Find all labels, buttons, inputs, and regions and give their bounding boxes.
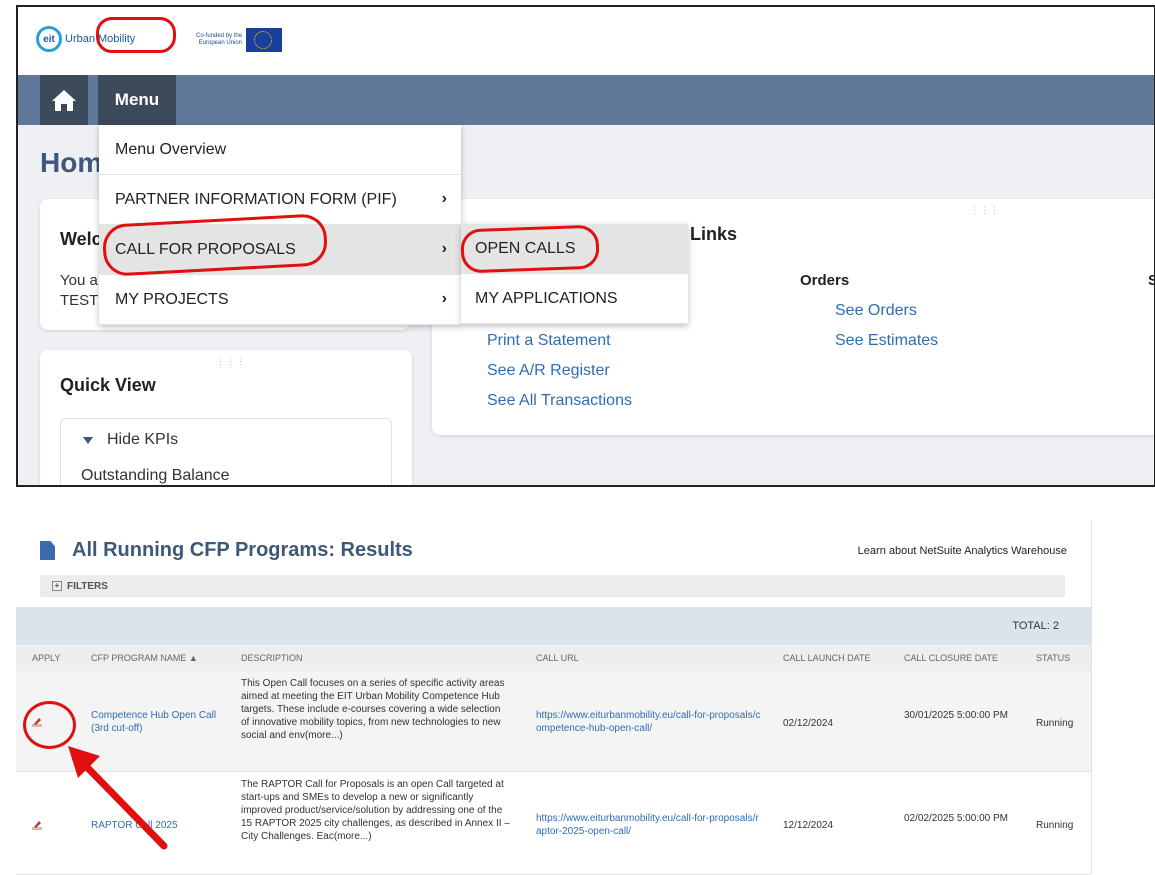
chevron-right-icon: › bbox=[441, 240, 447, 257]
plus-icon: + bbox=[52, 581, 62, 591]
filters-label: FILTERS bbox=[67, 580, 108, 592]
cfp-name-link[interactable]: Competence Hub Open Call (3rd cut-off) bbox=[91, 709, 221, 735]
cfp-description: The RAPTOR Call for Proposals is an open… bbox=[241, 779, 510, 842]
document-icon bbox=[40, 541, 55, 560]
submenu-item-my-applications[interactable]: MY APPLICATIONS bbox=[461, 274, 688, 324]
column-header-launch[interactable]: CALL LAUNCH DATE bbox=[783, 653, 871, 663]
drag-handle-icon[interactable]: ⋮⋮⋮ bbox=[970, 205, 1000, 216]
cfp-url-link[interactable]: https://www.eiturbanmobility.eu/call-for… bbox=[536, 812, 761, 838]
learn-analytics-link[interactable]: Learn about NetSuite Analytics Warehouse bbox=[858, 545, 1067, 557]
ar-register-link[interactable]: See A/R Register bbox=[487, 362, 610, 380]
apply-edit-icon[interactable] bbox=[31, 819, 43, 831]
menu-button[interactable]: Menu bbox=[98, 75, 176, 125]
annotation-circle-menu bbox=[96, 17, 176, 53]
cfp-status: Running bbox=[1036, 820, 1074, 831]
hide-kpis-label: Hide KPIs bbox=[107, 431, 179, 448]
brand-bar: eit Urban Mobility Co-funded by the Euro… bbox=[18, 7, 1154, 75]
menu-item-label: PARTNER INFORMATION FORM (PIF) bbox=[115, 190, 397, 208]
results-title: All Running CFP Programs: Results bbox=[72, 539, 413, 561]
column-heading-cut: S bbox=[1148, 272, 1154, 289]
column-header-url[interactable]: CALL URL bbox=[536, 653, 579, 663]
annotation-circle-open-calls bbox=[460, 224, 600, 274]
cfp-status: Running bbox=[1036, 718, 1074, 729]
orders-heading: Orders bbox=[800, 272, 850, 289]
menu-item-my-projects[interactable]: MY PROJECTS › bbox=[99, 275, 461, 325]
caret-down-icon bbox=[83, 436, 93, 444]
see-orders-link[interactable]: See Orders bbox=[835, 302, 917, 320]
home-icon bbox=[52, 90, 76, 111]
outstanding-balance-label: Outstanding Balance bbox=[81, 467, 230, 484]
kpi-box: Hide KPIs Outstanding Balance bbox=[60, 418, 392, 485]
drag-handle-icon[interactable]: ⋮⋮⋮ bbox=[216, 356, 246, 367]
table-row: Competence Hub Open Call (3rd cut-off) T… bbox=[16, 671, 1091, 772]
cfp-closure-date: 30/01/2025 5:00:00 PM bbox=[904, 710, 1008, 721]
column-header-description[interactable]: DESCRIPTION bbox=[241, 653, 303, 663]
chevron-right-icon: › bbox=[441, 290, 447, 307]
home-button[interactable] bbox=[40, 75, 88, 125]
welcome-line-1: You a bbox=[60, 272, 98, 289]
column-header-closure[interactable]: CALL CLOSURE DATE bbox=[904, 653, 998, 663]
links-title: Links bbox=[690, 224, 738, 244]
nav-bar: Menu bbox=[18, 75, 1154, 125]
column-header-status[interactable]: STATUS bbox=[1036, 653, 1070, 663]
eu-flag-icon bbox=[246, 28, 283, 52]
cfp-closure-date: 02/02/2025 5:00:00 PM bbox=[904, 813, 1008, 824]
total-count: TOTAL: 2 bbox=[1012, 620, 1059, 632]
cfp-description: This Open Call focuses on a series of sp… bbox=[241, 678, 505, 741]
eu-credit-text: Co-funded by the European Union bbox=[196, 33, 243, 46]
menu-item-label: MY PROJECTS bbox=[115, 290, 229, 308]
table-header: APPLY CFP PROGRAM NAME ▲ DESCRIPTION CAL… bbox=[16, 645, 1091, 672]
column-header-name[interactable]: CFP PROGRAM NAME ▲ bbox=[91, 653, 198, 663]
cfp-url-link[interactable]: https://www.eiturbanmobility.eu/call-for… bbox=[536, 709, 761, 735]
table-row: RAPTOR Call 2025 The RAPTOR Call for Pro… bbox=[16, 772, 1091, 875]
hide-kpis-toggle[interactable]: Hide KPIs bbox=[83, 431, 178, 449]
quick-view-card: ⋮⋮⋮ Quick View Hide KPIs Outstanding Bal… bbox=[40, 350, 412, 485]
menu-item-label: Menu Overview bbox=[115, 140, 227, 158]
welcome-line-2: TEST bbox=[60, 292, 99, 309]
cfp-launch-date: 12/12/2024 bbox=[783, 820, 834, 831]
results-screenshot: All Running CFP Programs: Results Learn … bbox=[16, 520, 1092, 875]
chevron-right-icon: › bbox=[441, 190, 447, 207]
column-header-apply[interactable]: APPLY bbox=[32, 653, 60, 663]
top-screenshot: eit Urban Mobility Co-funded by the Euro… bbox=[16, 5, 1155, 487]
eu-credit: Co-funded by the European Union bbox=[196, 28, 283, 52]
see-estimates-link[interactable]: See Estimates bbox=[835, 332, 938, 350]
cfp-launch-date: 02/12/2024 bbox=[783, 718, 834, 729]
welcome-text: You a TEST bbox=[60, 271, 98, 311]
all-transactions-link[interactable]: See All Transactions bbox=[487, 392, 632, 410]
quick-view-title: Quick View bbox=[60, 375, 156, 395]
eit-logo-mark: eit bbox=[36, 26, 62, 52]
annotation-arrow-icon bbox=[68, 746, 168, 850]
menu-item-overview[interactable]: Menu Overview bbox=[99, 125, 461, 175]
total-bar: TOTAL: 2 bbox=[16, 607, 1091, 645]
filters-toggle[interactable]: + FILTERS bbox=[40, 575, 1065, 597]
print-statement-link[interactable]: Print a Statement bbox=[487, 332, 611, 350]
